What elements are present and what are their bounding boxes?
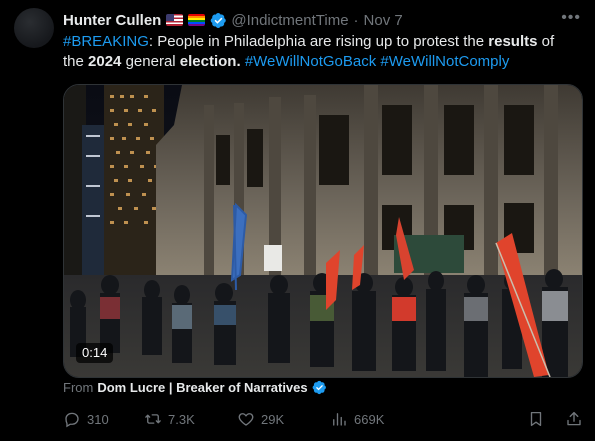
video-source-attribution: From Dom Lucre | Breaker of Narratives: [63, 380, 327, 395]
skyscraper-glass: [82, 125, 104, 275]
source-account-name[interactable]: Dom Lucre | Breaker of Narratives: [97, 380, 307, 395]
sign: [264, 245, 282, 271]
like-count: 29K: [261, 411, 285, 427]
us-flag-icon: [166, 14, 184, 26]
tweet-text-bold: election.: [179, 53, 241, 70]
repost-icon: [145, 414, 161, 424]
video-duration-badge: 0:14: [76, 343, 114, 363]
tweet-timestamp[interactable]: Nov 7: [364, 12, 403, 29]
verified-badge-icon: [312, 380, 326, 395]
separator-dot: ·: [353, 11, 359, 29]
author-display-name[interactable]: Hunter Cullen: [63, 12, 161, 29]
tweet-text-segment: : People in Philadelphia are rising up t…: [148, 33, 489, 50]
views-button[interactable]: 669K: [330, 410, 505, 428]
reply-count: 310: [87, 411, 109, 427]
video-frame: [64, 85, 582, 377]
skyscraper-tall: [104, 85, 164, 275]
repost-button[interactable]: 7.3K: [144, 410, 237, 428]
like-button[interactable]: 29K: [237, 410, 330, 428]
tweet-text: #BREAKING: People in Philadelphia are ri…: [63, 32, 578, 72]
tweet-actions-bar: 310 7.3K 29K 669K: [63, 408, 583, 430]
verified-badge-icon: [211, 12, 227, 28]
view-count: 669K: [354, 411, 385, 427]
analytics-icon: [333, 413, 346, 426]
rainbow-flag-icon: [188, 14, 206, 26]
tweet-header: Hunter Cullen @IndictmentTime · Nov 7 ••…: [63, 10, 581, 30]
repost-count: 7.3K: [168, 411, 195, 427]
author-avatar[interactable]: [14, 8, 54, 48]
secondary-actions: [527, 410, 583, 428]
hashtag-breaking[interactable]: #BREAKING: [63, 33, 149, 50]
tweet-text-bold: results: [488, 33, 538, 50]
tweet-text-bold: 2024: [88, 53, 122, 70]
hashtag-wewillnotgoback[interactable]: #WeWillNotGoBack: [245, 53, 376, 70]
reply-icon: [65, 412, 79, 428]
bookmark-icon[interactable]: [527, 410, 545, 428]
reply-button[interactable]: 310: [63, 410, 144, 428]
share-icon[interactable]: [565, 410, 583, 428]
author-handle[interactable]: @IndictmentTime: [231, 12, 348, 29]
tweet-text-segment: general: [121, 53, 180, 70]
hashtag-wewillnotcomply[interactable]: #WeWillNotComply: [380, 53, 509, 70]
more-options-icon[interactable]: •••: [561, 10, 581, 26]
from-prefix: From: [63, 380, 94, 395]
heart-icon: [238, 413, 254, 426]
video-player[interactable]: 0:14: [63, 84, 583, 378]
